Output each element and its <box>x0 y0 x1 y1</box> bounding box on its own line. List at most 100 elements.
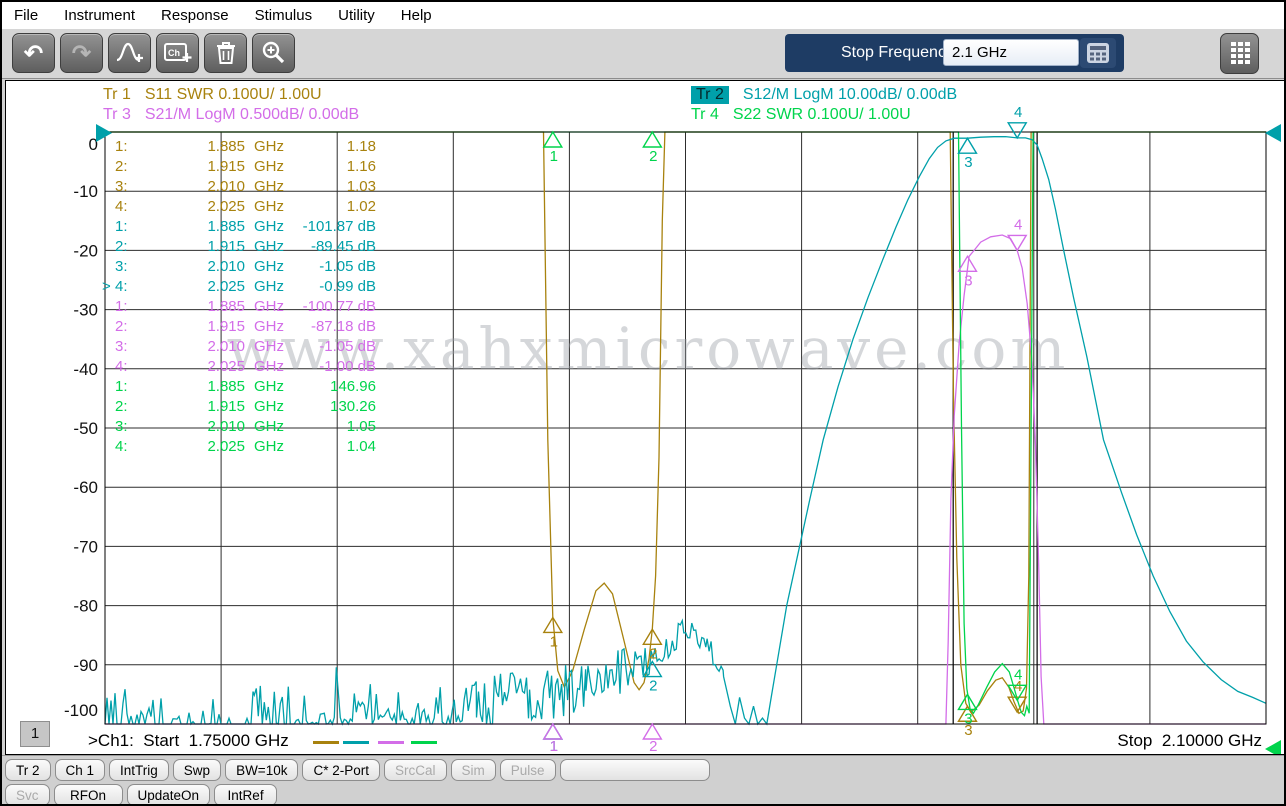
menu-file[interactable]: File <box>14 7 38 24</box>
softkey-c-2-port[interactable]: C* 2-Port <box>302 759 380 781</box>
trace4-id: Tr 4 <box>691 106 719 124</box>
svg-text:4: 4 <box>1014 666 1022 683</box>
menu-bar: File Instrument Response Stimulus Utility Hel… <box>2 2 1284 29</box>
softkey-pulse[interactable]: Pulse <box>500 759 556 781</box>
y-tick--60: -60 <box>73 478 98 497</box>
marker-row-tr3-m3: 3:2.010GHz-1.05 dB <box>102 337 376 357</box>
magnifier-plus-icon <box>260 39 288 67</box>
trace3-id: Tr 3 <box>103 106 131 124</box>
softkey-row-2: SvcRFOnUpdateOnIntRef <box>5 784 277 806</box>
marker-4-tr3[interactable]: 4 <box>1008 216 1026 250</box>
delete-button[interactable] <box>204 33 247 73</box>
y-tick--10: -10 <box>73 182 98 201</box>
channel-display-area: 0-10-20-30-40-50-60-70-80-90-100www.xahx… <box>5 80 1285 755</box>
marker-row-tr3-m2: 2:1.915GHz-87.18 dB <box>102 317 376 337</box>
trace2-desc: S12/M LogM 10.00dB/ 0.00dB <box>743 86 957 104</box>
softkey-blank[interactable] <box>560 759 710 781</box>
svg-text:1: 1 <box>550 633 558 650</box>
svg-text:3: 3 <box>964 272 972 289</box>
softkey-updateon[interactable]: UpdateOn <box>127 784 211 806</box>
add-trace-button[interactable] <box>108 33 151 73</box>
redo-button[interactable]: ↷ <box>60 33 103 73</box>
trace2-legend[interactable]: Tr 2 S12/M LogM 10.00dB/ 0.00dB <box>691 86 957 104</box>
svg-text:2: 2 <box>649 738 657 755</box>
softkey-inttrig[interactable]: IntTrig <box>109 759 169 781</box>
peak-plus-icon <box>115 39 145 67</box>
marker-row-tr2-m4: >4:2.025GHz-0.99 dB <box>102 277 376 297</box>
marker-4-tr4[interactable]: 4 <box>1008 666 1026 700</box>
y-tick--100: -100 <box>64 701 98 720</box>
marker-row-tr1-m4: 4:2.025GHz1.02 <box>102 197 376 217</box>
marker-3-tr3[interactable]: 3 <box>958 256 976 289</box>
marker-3-tr4[interactable]: 3 <box>958 694 976 727</box>
trace4-legend[interactable]: Tr 4 S22 SWR 0.100U/ 1.00U <box>691 106 911 124</box>
marker-row-tr3-m4: 4:2.025GHz-1.00 dB <box>102 357 376 377</box>
svg-text:2: 2 <box>649 678 657 695</box>
trace2-color-dash <box>343 741 369 744</box>
keypad-icon <box>1086 42 1110 64</box>
keypad-button[interactable] <box>1080 38 1116 68</box>
menu-utility[interactable]: Utility <box>338 7 375 24</box>
grid-icon <box>1229 41 1251 67</box>
stop-frequency-readout: Stop 2.10000 GHz <box>1117 731 1262 751</box>
svg-text:3: 3 <box>964 710 972 727</box>
marker-2-tr3[interactable]: 2 <box>643 724 661 755</box>
y-tick--40: -40 <box>73 360 98 379</box>
stop-frequency-input[interactable] <box>943 39 1079 66</box>
softkey-bw-10k[interactable]: BW=10k <box>225 759 298 781</box>
trace1-legend[interactable]: Tr 1 S11 SWR 0.100U/ 1.00U <box>103 86 322 104</box>
menu-response[interactable]: Response <box>161 7 229 24</box>
softkey-swp[interactable]: Swp <box>173 759 221 781</box>
marker-row-tr3-m1: 1:1.885GHz-100.77 dB <box>102 297 376 317</box>
softkey-srccal[interactable]: SrcCal <box>384 759 447 781</box>
menu-help[interactable]: Help <box>401 7 432 24</box>
marker-4-tr2[interactable]: 4 <box>1008 104 1026 138</box>
trace3-desc: S21/M LogM 0.500dB/ 0.00dB <box>145 106 359 124</box>
marker-row-tr1-m1: 1:1.885GHz1.18 <box>102 137 376 157</box>
marker-2-tr4[interactable]: 2 <box>643 132 661 165</box>
status-softkey-bar: Tr 2Ch 1IntTrigSwpBW=10kC* 2-PortSrcCalS… <box>2 755 1284 806</box>
marker-row-tr4-m2: 2:1.915GHz130.26 <box>102 397 376 417</box>
ref-level-indicator[interactable] <box>1265 740 1281 755</box>
svg-text:1: 1 <box>550 148 558 165</box>
svg-text:2: 2 <box>649 148 657 165</box>
softkey-ch-1[interactable]: Ch 1 <box>55 759 106 781</box>
marker-row-tr1-m2: 2:1.915GHz1.16 <box>102 157 376 177</box>
marker-row-tr4-m1: 1:1.885GHz146.96 <box>102 377 376 397</box>
marker-row-tr2-m2: 2:1.915GHz-89.45 dB <box>102 237 376 257</box>
svg-text:2: 2 <box>649 645 657 662</box>
channel-number-badge[interactable]: 1 <box>20 721 50 747</box>
trace3-legend[interactable]: Tr 3 S21/M LogM 0.500dB/ 0.00dB <box>103 106 359 124</box>
y-tick--70: -70 <box>73 537 98 556</box>
svg-text:3: 3 <box>964 154 972 171</box>
softkey-rfon[interactable]: RFOn <box>54 784 123 806</box>
zoom-button[interactable] <box>252 33 295 73</box>
marker-row-tr2-m1: 1:1.885GHz-101.87 dB <box>102 217 376 237</box>
marker-row-tr2-m3: 3:2.010GHz-1.05 dB <box>102 257 376 277</box>
svg-text:4: 4 <box>1014 216 1022 233</box>
trace4-color-dash <box>411 741 437 744</box>
softkey-svc[interactable]: Svc <box>5 784 50 806</box>
softkey-intref[interactable]: IntRef <box>214 784 277 806</box>
marker-1-tr4[interactable]: 1 <box>544 132 562 165</box>
trace1-desc: S11 SWR 0.100U/ 1.00U <box>145 86 322 104</box>
menu-instrument[interactable]: Instrument <box>64 7 135 24</box>
layout-grid-button[interactable] <box>1220 33 1259 74</box>
start-frequency-readout: >Ch1: Start 1.75000 GHz <box>88 731 289 751</box>
svg-text:Ch: Ch <box>168 48 180 58</box>
y-tick--80: -80 <box>73 597 98 616</box>
add-channel-button[interactable]: Ch <box>156 33 199 73</box>
trace4-desc: S22 SWR 0.100U/ 1.00U <box>733 106 911 124</box>
softkey-tr-2[interactable]: Tr 2 <box>5 759 51 781</box>
marker-1-tr3[interactable]: 1 <box>544 724 562 755</box>
menu-stimulus[interactable]: Stimulus <box>255 7 313 24</box>
marker-3-tr2[interactable]: 3 <box>958 138 976 171</box>
softkey-sim[interactable]: Sim <box>451 759 496 781</box>
marker-readout-table: 1:1.885GHz1.182:1.915GHz1.163:2.010GHz1.… <box>102 137 376 457</box>
softkey-row-1: Tr 2Ch 1IntTrigSwpBW=10kC* 2-PortSrcCalS… <box>5 759 710 781</box>
undo-button[interactable]: ↶ <box>12 33 55 73</box>
marker-row-tr1-m3: 3:2.010GHz1.03 <box>102 177 376 197</box>
trace1-id: Tr 1 <box>103 86 131 104</box>
ref-level-indicator[interactable] <box>1265 124 1281 142</box>
trash-icon <box>213 39 239 67</box>
